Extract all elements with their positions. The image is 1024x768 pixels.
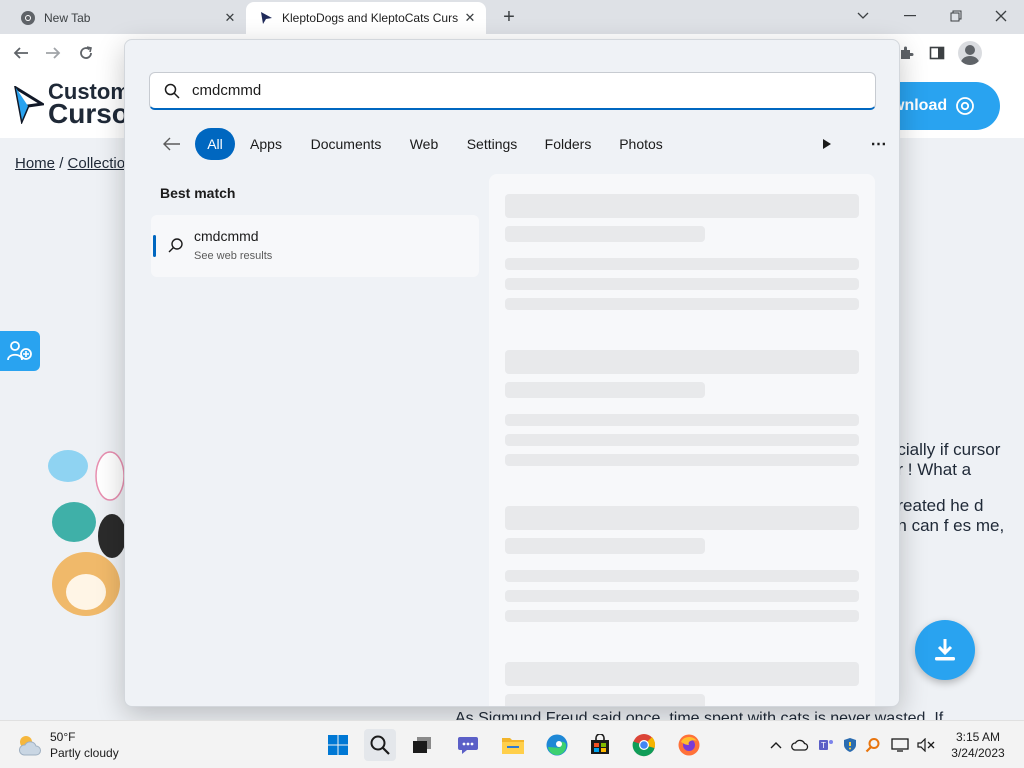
weather-temp: 50°F bbox=[50, 730, 76, 744]
side-panel-icon[interactable] bbox=[926, 42, 948, 64]
filter-all[interactable]: All bbox=[195, 128, 235, 160]
breadcrumb: Home / Collection bbox=[15, 155, 133, 172]
skeleton-bar bbox=[505, 382, 705, 398]
skeleton-bar bbox=[505, 610, 859, 622]
svg-text:T: T bbox=[821, 741, 826, 750]
filter-settings[interactable]: Settings bbox=[455, 128, 529, 160]
play-icon[interactable] bbox=[815, 132, 839, 156]
chevron-down-icon[interactable] bbox=[840, 2, 886, 30]
chrome-outline-icon bbox=[956, 97, 975, 115]
close-tab-icon[interactable]: ✕ bbox=[222, 10, 238, 26]
search-icon[interactable] bbox=[364, 729, 396, 761]
taskbar-clock[interactable]: 3:15 AM 3/24/2023 bbox=[948, 729, 1008, 761]
selection-indicator bbox=[153, 235, 156, 257]
filter-apps[interactable]: Apps bbox=[241, 128, 291, 160]
back-arrow-icon[interactable] bbox=[159, 131, 185, 157]
teams-chat-icon[interactable] bbox=[452, 729, 484, 761]
result-title: cmdcmmd bbox=[194, 228, 259, 244]
skeleton-bar bbox=[505, 694, 705, 706]
skeleton-bar bbox=[505, 194, 859, 218]
tab-title: New Tab bbox=[44, 11, 91, 25]
close-icon[interactable] bbox=[978, 2, 1024, 30]
search-input[interactable] bbox=[192, 82, 842, 99]
forward-icon[interactable] bbox=[42, 42, 64, 64]
article-quote-line: As Sigmund Freud said once, time spent w… bbox=[455, 710, 944, 720]
profile-avatar[interactable] bbox=[958, 41, 982, 65]
skeleton-bar bbox=[505, 258, 859, 270]
search-box[interactable] bbox=[149, 72, 876, 110]
skeleton-bar bbox=[505, 226, 705, 242]
clock-date: 3/24/2023 bbox=[951, 746, 1005, 760]
skeleton-bar bbox=[505, 570, 859, 582]
tab-title: KleptoDogs and KleptoCats Curs bbox=[282, 11, 459, 25]
weather-condition: Partly cloudy bbox=[50, 746, 119, 760]
teams-icon[interactable]: T bbox=[816, 735, 836, 755]
onedrive-icon[interactable] bbox=[790, 735, 810, 755]
skeleton-bar bbox=[505, 662, 859, 686]
new-tab-button[interactable]: + bbox=[498, 6, 520, 28]
skeleton-bar bbox=[505, 278, 859, 290]
windows-search-flyout: All Apps Documents Web Settings Folders … bbox=[124, 39, 900, 707]
restore-icon[interactable] bbox=[933, 2, 979, 30]
skeleton-bar bbox=[505, 434, 859, 446]
tab-new-tab[interactable]: New Tab ✕ bbox=[8, 2, 246, 34]
search-icon bbox=[168, 238, 183, 253]
cursor-logo-icon bbox=[14, 86, 44, 124]
search-icon bbox=[164, 83, 180, 99]
defender-icon[interactable] bbox=[840, 735, 860, 755]
download-label: wnload bbox=[892, 97, 948, 114]
users-add-icon bbox=[7, 341, 32, 361]
file-explorer-icon[interactable] bbox=[497, 729, 529, 761]
chrome-icon bbox=[20, 10, 36, 26]
partly-cloudy-icon bbox=[18, 736, 41, 756]
minimize-icon[interactable] bbox=[887, 2, 933, 30]
back-icon[interactable] bbox=[10, 42, 32, 64]
skeleton-bar bbox=[505, 454, 859, 466]
start-icon[interactable] bbox=[322, 729, 354, 761]
windows-taskbar: 50°F Partly cloudy T 3:15 AM 3/24/2023 bbox=[0, 720, 1024, 768]
floating-download-button[interactable] bbox=[915, 620, 975, 680]
close-tab-icon[interactable]: ✕ bbox=[462, 10, 478, 26]
skeleton-bar bbox=[505, 350, 859, 374]
firefox-icon[interactable] bbox=[673, 729, 705, 761]
tab-kleptodogs[interactable]: KleptoDogs and KleptoCats Curs ✕ bbox=[246, 2, 486, 34]
preview-pane-loading bbox=[489, 174, 875, 706]
best-match-result[interactable]: cmdcmmd See web results bbox=[151, 215, 479, 277]
edge-icon[interactable] bbox=[541, 729, 573, 761]
clock-time: 3:15 AM bbox=[955, 730, 1001, 744]
display-icon[interactable] bbox=[890, 735, 910, 755]
download-icon bbox=[935, 639, 955, 661]
filter-web[interactable]: Web bbox=[401, 128, 447, 160]
task-view-icon[interactable] bbox=[406, 729, 438, 761]
skeleton-bar bbox=[505, 298, 859, 310]
filter-folders[interactable]: Folders bbox=[533, 128, 603, 160]
browser-tab-strip: New Tab ✕ KleptoDogs and KleptoCats Curs… bbox=[0, 0, 1024, 34]
cursor-logo-icon bbox=[258, 10, 274, 26]
skeleton-bar bbox=[505, 590, 859, 602]
logo-line2: Curso bbox=[48, 98, 129, 129]
weather-widget[interactable]: 50°F Partly cloudy bbox=[16, 729, 119, 761]
reload-icon[interactable] bbox=[75, 42, 97, 64]
breadcrumb-separator: / bbox=[59, 155, 64, 172]
search-tray-icon[interactable] bbox=[863, 735, 883, 755]
chevron-up-icon[interactable] bbox=[766, 735, 786, 755]
chrome-icon[interactable] bbox=[628, 729, 660, 761]
more-options-icon[interactable]: ⋯ bbox=[867, 132, 891, 156]
result-subtitle: See web results bbox=[194, 250, 273, 262]
search-filter-bar: All Apps Documents Web Settings Folders … bbox=[149, 126, 887, 162]
skeleton-bar bbox=[505, 414, 859, 426]
breadcrumb-home[interactable]: Home bbox=[15, 155, 55, 172]
filter-photos[interactable]: Photos bbox=[609, 128, 673, 160]
kleptocats-cursor-image bbox=[48, 450, 126, 616]
site-logo[interactable]: Custom Curso bbox=[14, 81, 130, 129]
store-icon[interactable] bbox=[584, 729, 616, 761]
filter-documents[interactable]: Documents bbox=[299, 128, 393, 160]
skeleton-bar bbox=[505, 506, 859, 530]
add-friends-button[interactable] bbox=[0, 331, 40, 371]
best-match-heading: Best match bbox=[160, 185, 236, 201]
skeleton-bar bbox=[505, 538, 705, 554]
volume-muted-icon[interactable] bbox=[916, 735, 936, 755]
